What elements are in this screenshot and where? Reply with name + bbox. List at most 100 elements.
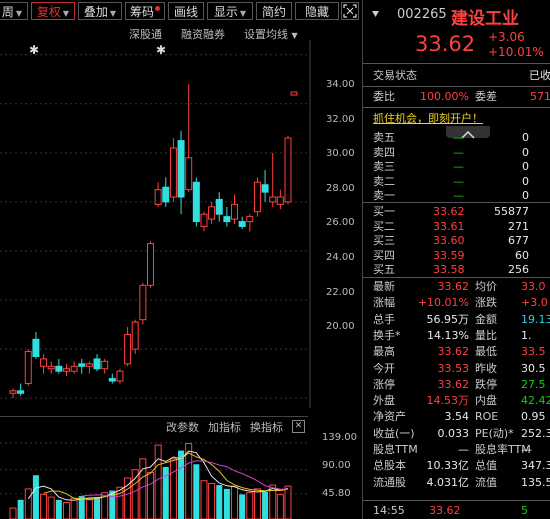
swap-indicator-link[interactable]: 换指标 xyxy=(250,419,283,435)
stat-row[interactable]: 涨幅 +10.01% 涨跌 +3.0 xyxy=(363,295,550,311)
candle-body xyxy=(169,147,177,198)
volume-chart[interactable] xyxy=(0,436,308,519)
hide-button[interactable]: 隐藏 xyxy=(295,2,339,20)
sell-order-row[interactable]: 卖一 — 0 xyxy=(363,188,550,204)
stat-row[interactable]: 外盘 14.53万 内盘 42.42 xyxy=(363,393,550,409)
chevron-down-icon: ▼ xyxy=(291,31,298,40)
stat-label: 量比 xyxy=(475,328,497,342)
fuquan-button[interactable]: 复权 ▼ xyxy=(31,2,75,20)
stat-value: 0.033 xyxy=(437,426,470,440)
divider xyxy=(363,63,550,64)
stat-row[interactable]: 收益(一) 0.033 PE(动)* 252.3 xyxy=(363,426,550,442)
stat-label: 股息TTM xyxy=(373,443,418,456)
volume-bar xyxy=(154,444,162,519)
order-price: — xyxy=(453,189,464,202)
tick-volume: 5 xyxy=(521,504,528,517)
candle-body xyxy=(47,365,55,370)
stat-row[interactable]: 股息TTM — 股息率TTM — xyxy=(363,442,550,458)
candle-body xyxy=(192,181,200,223)
candle-body xyxy=(24,351,32,384)
order-volume: 256 xyxy=(508,263,529,276)
stat-row[interactable]: 流通股 4.031亿 流值 135.5 xyxy=(363,475,550,491)
candle-body xyxy=(215,198,223,215)
stat-value: 33.62 xyxy=(437,280,470,293)
crosshair-expand-icon[interactable] xyxy=(341,2,359,20)
weibi-row: 委比 100.00% 委差 571 xyxy=(363,89,550,105)
stat-value: — xyxy=(521,443,532,456)
volume-bar xyxy=(262,491,269,519)
price-tick-label: 30.00 xyxy=(326,148,355,160)
stat-value: 14.13% xyxy=(427,328,469,342)
order-price: 33.58 xyxy=(433,263,465,276)
volume-bar xyxy=(276,493,284,519)
close-icon[interactable]: ✕ xyxy=(292,420,305,433)
draw-line-button[interactable]: 画线 xyxy=(168,2,204,20)
stat-row[interactable]: 最高 33.62 最低 33.5 xyxy=(363,344,550,360)
stat-label: 昨收 xyxy=(475,361,497,375)
stat-label: 总手 xyxy=(373,312,395,326)
stat-value: 42.42 xyxy=(521,394,550,408)
stat-row[interactable]: 净资产 3.54 ROE 0.95 xyxy=(363,409,550,425)
simple-mode-label: 简约 xyxy=(261,5,286,19)
stat-label: 内盘 xyxy=(475,394,497,408)
trade-status-label: 交易状态 xyxy=(373,69,417,82)
stat-row[interactable]: 总手 56.95万 金额 19.13 xyxy=(363,312,550,328)
add-indicator-link[interactable]: 加指标 xyxy=(208,419,241,435)
tick-row: 14:55 33.62 5 xyxy=(363,503,550,519)
price-tick-label: 24.00 xyxy=(326,252,355,263)
edit-param-link[interactable]: 改参数 xyxy=(166,419,199,435)
stat-value: — xyxy=(458,443,469,456)
overlay-button[interactable]: 叠加 ▼ xyxy=(78,2,122,20)
volume-bar xyxy=(124,477,132,519)
candle-body xyxy=(55,365,63,372)
candle-body xyxy=(253,181,261,213)
candle-body xyxy=(177,140,185,198)
weibi-label: 委比 xyxy=(373,90,395,103)
simple-mode-button[interactable]: 简约 xyxy=(256,2,292,20)
candle-body xyxy=(276,196,284,205)
stat-value: 0.95 xyxy=(521,410,546,424)
chart-toolbar: 周 ▼ 复权 ▼ 叠加 ▼ 筹码 画线 显示 ▼ 简约 隐藏 xyxy=(0,0,361,22)
volume-bar xyxy=(147,471,154,519)
weicha-value: 571 xyxy=(530,90,550,103)
tick-price: 33.62 xyxy=(429,504,461,517)
volume-bar xyxy=(70,497,78,519)
stat-row[interactable]: 今开 33.53 昨收 30.5 xyxy=(363,361,550,377)
stat-row[interactable]: 换手* 14.13% 量比 1. xyxy=(363,328,550,344)
stat-label: 涨跌 xyxy=(475,296,497,310)
stat-label: 最低 xyxy=(475,345,497,359)
candle-body xyxy=(162,186,170,203)
chevron-down-icon: ▼ xyxy=(62,9,70,18)
volume-bar xyxy=(62,502,70,519)
open-account-banner[interactable]: 抓住机会，即刻开户！ xyxy=(373,110,483,126)
volume-bar xyxy=(231,485,239,519)
candle-body xyxy=(231,203,239,220)
volume-bar xyxy=(47,496,55,519)
candle-body xyxy=(284,137,292,203)
volume-bar xyxy=(178,450,185,519)
buy-order-row[interactable]: 买五 33.58 256 xyxy=(363,262,550,278)
volume-bar xyxy=(253,488,261,519)
candle-body xyxy=(101,360,109,370)
candlestick-chart[interactable]: ✱ ✱ xyxy=(0,40,362,408)
display-button[interactable]: 显示 ▼ xyxy=(207,2,253,20)
volume-bar xyxy=(17,499,24,519)
stat-value: 135.5 xyxy=(521,475,550,489)
chips-button[interactable]: 筹码 xyxy=(125,2,165,20)
candle-body xyxy=(93,358,101,370)
stat-row[interactable]: 涨停 33.62 跌停 27.5 xyxy=(363,377,550,393)
stat-row[interactable]: 总股本 10.33亿 总值 347.3 xyxy=(363,458,550,474)
overlay-label: 叠加 xyxy=(83,5,108,19)
stat-row[interactable]: 最新 33.62 均价 33.0 xyxy=(363,279,550,295)
candle-body xyxy=(32,338,40,357)
stat-value: 347.3 xyxy=(521,459,550,473)
volume-bar xyxy=(216,485,223,519)
divider xyxy=(0,416,308,417)
stat-label: 流值 xyxy=(475,475,497,489)
volume-bar xyxy=(40,493,48,519)
period-button[interactable]: 周 ▼ xyxy=(0,2,28,20)
dropdown-arrow-icon[interactable] xyxy=(371,6,380,22)
stat-value: 1. xyxy=(521,328,532,342)
stat-value: 4.031亿 xyxy=(426,475,470,489)
candle-body xyxy=(9,390,17,394)
